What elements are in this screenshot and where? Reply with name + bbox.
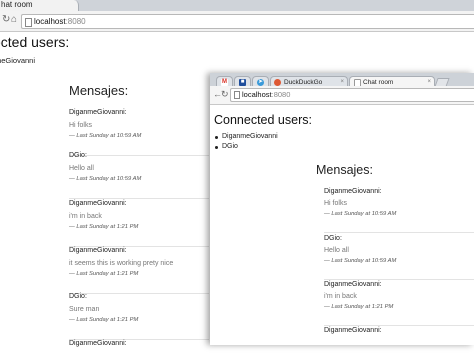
- front-toolbar: ← ↻ localhost:8080: [210, 86, 474, 105]
- message-item: DiganmeGiovanni:: [324, 327, 474, 343]
- back-tab-title: hat room: [1, 0, 33, 9]
- message-item: DGio: Hello all — Last Sunday at 10:59 A…: [324, 235, 474, 280]
- message-text: Hello all: [69, 165, 94, 172]
- connected-users-list: DiganmeGiovanni DGio: [215, 132, 278, 152]
- back-message-item: DiganmeGiovanni: i'm in back — Last Sund…: [69, 200, 209, 247]
- page-icon: [25, 18, 32, 27]
- back-tab-strip: hat room: [0, 0, 474, 11]
- message-time: — Last Sunday at 1:21 PM: [324, 304, 394, 310]
- message-time: — Last Sunday at 1:21 PM: [69, 317, 139, 323]
- chat-title: Mensajes:: [316, 163, 373, 177]
- user-item: DGio: [215, 142, 278, 152]
- home-icon[interactable]: ⌂: [11, 14, 17, 25]
- message-author: DiganmeGiovanni:: [69, 109, 127, 116]
- back-chat-panel: Mensajes: DiganmeGiovanni: Hi folks — La…: [69, 83, 209, 347]
- chat-panel: Mensajes: DiganmeGiovanni: Hi folks — La…: [316, 163, 474, 334]
- back-user-item: meGiovanni: [0, 56, 36, 65]
- message-time: — Last Sunday at 10:59 AM: [324, 258, 397, 264]
- message-text: Hello all: [324, 247, 349, 254]
- back-tab-chat-room[interactable]: hat room: [0, 0, 79, 11]
- message-text: Sure man: [69, 306, 100, 313]
- message-item: DiganmeGiovanni: Hi folks — Last Sunday …: [324, 188, 474, 233]
- message-author: DiganmeGiovanni:: [69, 247, 127, 254]
- connected-users-heading: Connected users:: [214, 113, 312, 127]
- message-text: Hi folks: [69, 122, 92, 129]
- app-icon: ■: [239, 79, 246, 86]
- reload-icon[interactable]: ↻: [221, 89, 229, 100]
- message-author: DiganmeGiovanni:: [69, 340, 127, 347]
- message-text: Hi folks: [324, 200, 347, 207]
- front-url: localhost:8080: [242, 90, 291, 99]
- message-author: DGio:: [69, 152, 87, 159]
- message-time: — Last Sunday at 10:59 AM: [324, 211, 397, 217]
- back-message-item: DGio: Hello all — Last Sunday at 10:59 A…: [69, 152, 209, 199]
- reload-icon[interactable]: ↻: [2, 14, 10, 25]
- duckduckgo-icon: [274, 79, 281, 86]
- front-address-bar[interactable]: localhost:8080: [230, 88, 474, 102]
- message-author: DiganmeGiovanni:: [69, 200, 127, 207]
- back-address-bar[interactable]: localhost:8080: [21, 14, 474, 29]
- message-text: it seems this is working prety nice: [69, 260, 174, 267]
- message-author: DiganmeGiovanni:: [324, 281, 382, 288]
- back-message-item: DiganmeGiovanni:: [69, 340, 209, 360]
- back-message-item: DiganmeGiovanni: Hi folks — Last Sunday …: [69, 109, 209, 156]
- message-author: DGio:: [324, 235, 342, 242]
- message-author: DiganmeGiovanni:: [324, 327, 382, 334]
- back-connected-users-heading: ected users:: [0, 34, 70, 50]
- message-text: i'm in back: [69, 213, 102, 220]
- user-item: DiganmeGiovanni: [215, 132, 278, 142]
- front-browser-window: M ■ ➤ DuckDuckGo × Chat room × ← ↻ local…: [210, 73, 474, 345]
- message-time: — Last Sunday at 10:59 AM: [69, 133, 142, 139]
- back-chat-title: Mensajes:: [69, 83, 129, 98]
- message-item: DiganmeGiovanni: i'm in back — Last Sund…: [324, 281, 474, 326]
- front-tab-strip: M ■ ➤ DuckDuckGo × Chat room ×: [210, 73, 474, 87]
- message-time: — Last Sunday at 1:21 PM: [69, 224, 139, 230]
- page-icon: [234, 91, 240, 99]
- back-url: localhost:8080: [34, 17, 86, 26]
- message-author: DiganmeGiovanni:: [324, 188, 382, 195]
- gmail-icon: M: [221, 79, 228, 86]
- message-text: i'm in back: [324, 293, 357, 300]
- back-toolbar: ↻ ⌂ localhost:8080: [0, 11, 474, 32]
- telegram-icon: ➤: [257, 79, 264, 86]
- back-message-item: DGio: Sure man — Last Sunday at 1:21 PM: [69, 293, 209, 340]
- back-message-item: DiganmeGiovanni: it seems this is workin…: [69, 247, 209, 294]
- message-author: DGio:: [69, 293, 87, 300]
- message-time: — Last Sunday at 10:59 AM: [69, 176, 142, 182]
- message-time: — Last Sunday at 1:21 PM: [69, 271, 139, 277]
